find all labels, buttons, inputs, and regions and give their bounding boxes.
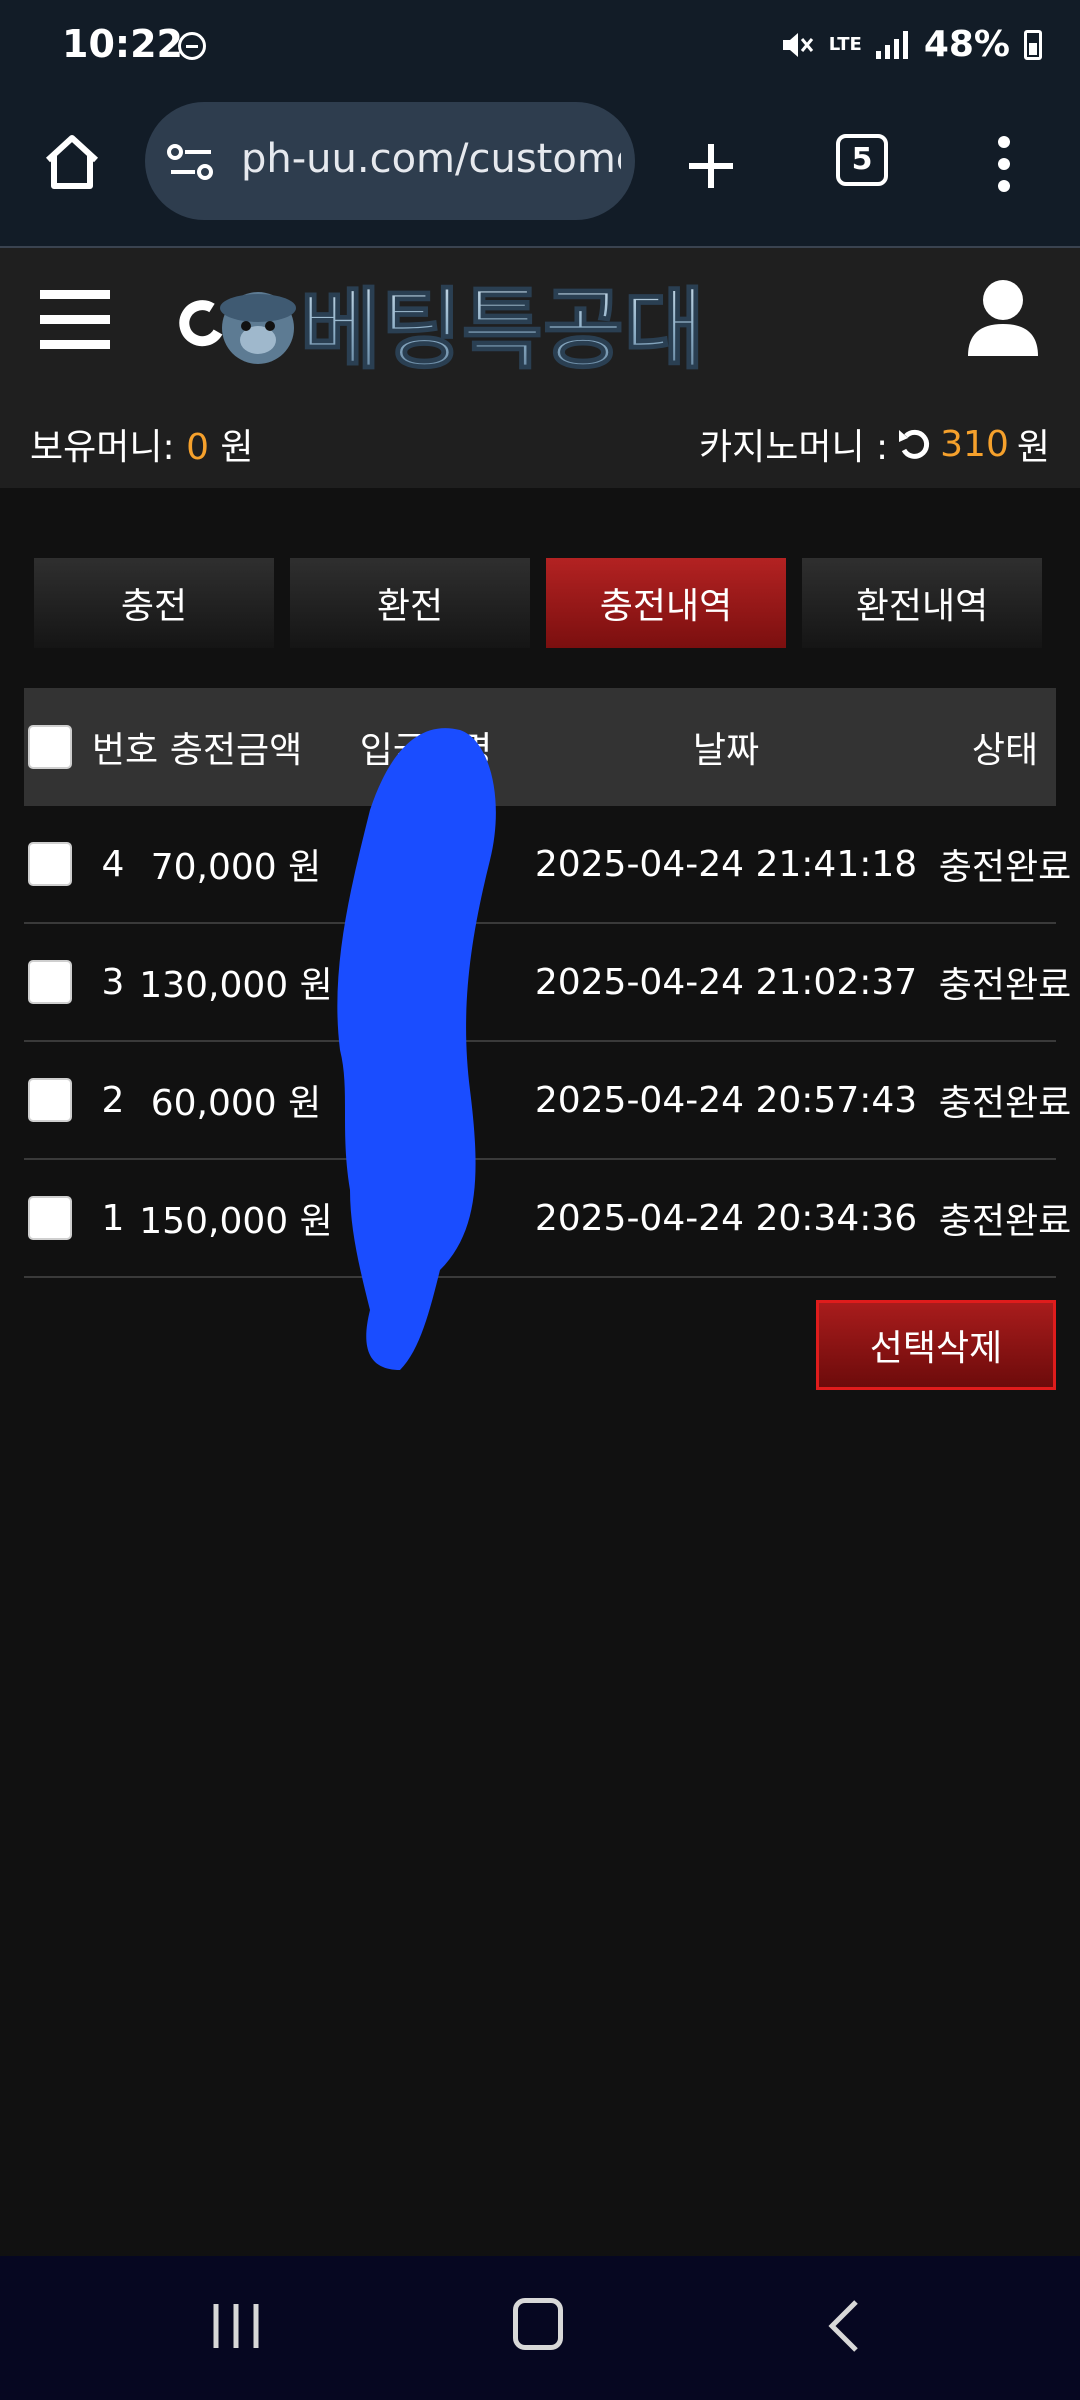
tab-bar: 충전 환전 충전내역 환전내역	[34, 558, 1042, 648]
table-header: 번호 충전금액 입금자명 날짜 상태	[24, 688, 1056, 806]
table-row: 2 60,000 원 2025-04-24 20:57:43 충전완료	[24, 1042, 1071, 1160]
redaction-scribble	[337, 728, 496, 1370]
casino-money-currency: 원	[1016, 427, 1050, 468]
tab-withdraw-history[interactable]: 환전내역	[802, 558, 1042, 648]
table-row: 4 70,000 원 2025-04-24 21:41:18 충전완료	[24, 806, 1071, 924]
row-date: 2025-04-24 20:57:43	[534, 1079, 918, 1121]
new-tab-icon[interactable]	[685, 140, 737, 192]
row-checkbox-cell	[24, 806, 84, 922]
row-status: 충전완료	[938, 847, 1072, 888]
battery-icon	[1024, 29, 1042, 60]
url-text: ph-uu.com/custome	[241, 136, 621, 182]
nav-home-icon[interactable]	[513, 2298, 563, 2350]
row-number: 3	[101, 961, 125, 1003]
table-row: 3 130,000 원 2025-04-24 21:02:37 충전완료	[24, 924, 1071, 1042]
site-header: 베팅특공대 보유머니: 0 원 카지노머니 : 310 원	[0, 248, 1080, 488]
row-number: 4	[101, 843, 125, 885]
row-status: 충전완료	[938, 1201, 1072, 1242]
home-icon[interactable]	[40, 130, 104, 194]
hamburger-menu-icon[interactable]	[40, 290, 110, 350]
address-bar[interactable]: ph-uu.com/custome	[145, 102, 635, 220]
row-number: 1	[101, 1197, 125, 1239]
row-date: 2025-04-24 21:02:37	[534, 961, 918, 1003]
do-not-disturb-icon	[178, 32, 206, 60]
row-amount: 150,000 원	[139, 1201, 333, 1242]
battery-percent: 48%	[923, 24, 1010, 65]
tab-switcher-button[interactable]: 5	[836, 134, 888, 186]
row-date: 2025-04-24 20:34:36	[534, 1197, 918, 1239]
more-menu-icon[interactable]	[996, 134, 1012, 194]
row-checkbox[interactable]	[28, 1196, 72, 1240]
row-checkbox[interactable]	[28, 960, 72, 1004]
row-status: 충전완료	[938, 965, 1072, 1006]
recent-apps-icon[interactable]	[210, 2302, 262, 2350]
tab-deposit[interactable]: 충전	[34, 558, 274, 648]
mute-icon	[782, 32, 813, 57]
browser-toolbar: ph-uu.com/custome 5	[0, 100, 1080, 248]
row-number: 2	[101, 1079, 125, 1121]
back-icon[interactable]	[826, 2298, 862, 2354]
row-checkbox-cell	[24, 1042, 84, 1158]
col-date: 날짜	[692, 730, 760, 771]
refresh-icon[interactable]	[896, 426, 932, 462]
logo-text: 베팅특공대	[300, 278, 705, 380]
casino-money: 카지노머니 : 310 원	[699, 418, 1050, 470]
hold-money-label: 보유머니:	[30, 427, 175, 468]
site-logo[interactable]: 베팅특공대	[178, 270, 858, 380]
col-status: 상태	[971, 730, 1039, 771]
col-amount: 충전금액	[169, 730, 303, 771]
delete-selected-button[interactable]: 선택삭제	[816, 1300, 1056, 1390]
deposit-history-table: 번호 충전금액 입금자명 날짜 상태 4 70,000 원 2025-04-24…	[24, 688, 1071, 1278]
status-indicators: LTE 48%	[781, 24, 1042, 65]
select-all-cell	[24, 688, 84, 806]
hold-money-currency: 원	[220, 427, 254, 468]
table-row: 1 150,000 원 2025-04-24 20:34:36 충전완료	[24, 1160, 1071, 1278]
tab-deposit-history[interactable]: 충전내역	[546, 558, 786, 648]
row-amount: 60,000 원	[150, 1083, 322, 1124]
select-all-checkbox[interactable]	[28, 725, 72, 769]
casino-money-value: 310	[940, 423, 1009, 465]
row-status: 충전완료	[938, 1083, 1072, 1124]
row-amount: 70,000 원	[150, 847, 322, 888]
site-settings-icon[interactable]	[167, 142, 215, 182]
row-checkbox-cell	[24, 1160, 84, 1276]
user-icon[interactable]	[966, 278, 1040, 358]
balance-row: 보유머니: 0 원 카지노머니 : 310 원	[0, 418, 1080, 470]
signal-icon	[875, 30, 910, 59]
casino-money-label: 카지노머니 :	[698, 427, 889, 468]
system-nav-bar	[0, 2256, 1080, 2400]
status-time: 10:22	[62, 22, 183, 66]
hold-money-value: 0	[186, 427, 209, 468]
hold-money: 보유머니: 0 원	[30, 418, 254, 470]
tab-withdraw[interactable]: 환전	[290, 558, 530, 648]
lte-icon: LTE	[828, 33, 862, 55]
row-checkbox[interactable]	[28, 1078, 72, 1122]
status-bar: 10:22 LTE 48%	[0, 0, 1080, 100]
row-amount: 130,000 원	[139, 965, 333, 1006]
row-checkbox[interactable]	[28, 842, 72, 886]
row-date: 2025-04-24 21:41:18	[534, 843, 918, 885]
row-checkbox-cell	[24, 924, 84, 1040]
